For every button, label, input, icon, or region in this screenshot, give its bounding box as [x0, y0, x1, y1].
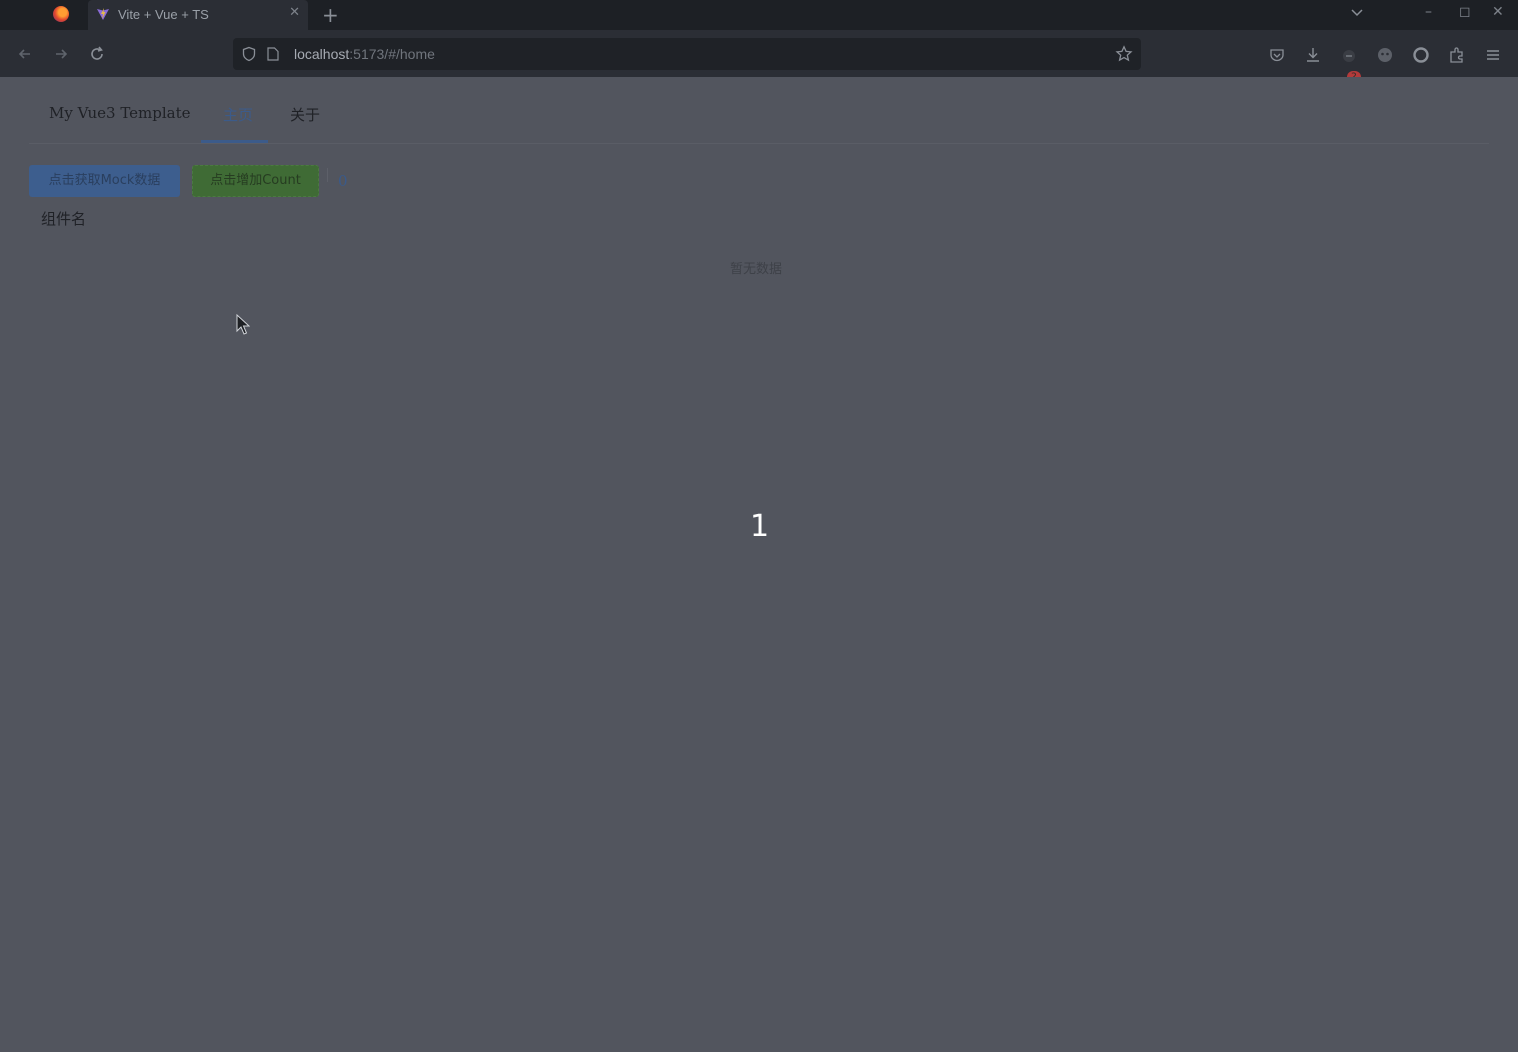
bookmark-star-icon[interactable]: [1115, 45, 1133, 63]
shield-icon[interactable]: [241, 46, 257, 62]
url-text[interactable]: localhost:5173/#/home: [294, 46, 435, 62]
extension-icon[interactable]: [1340, 46, 1358, 64]
vite-favicon: [97, 8, 109, 20]
account-icon[interactable]: [1376, 46, 1394, 64]
page-content: My Vue3 Template 主页 关于 点击获取Mock数据 点击增加Co…: [0, 77, 1518, 1052]
url-bar[interactable]: localhost:5173/#/home: [233, 38, 1141, 70]
extensions-icon[interactable]: [1448, 46, 1466, 64]
browser-window: Vite + Vue + TS ✕ + – ◻ ✕ localhost:5173…: [0, 0, 1518, 1052]
tab-title: Vite + Vue + TS: [118, 7, 209, 22]
pocket-icon[interactable]: [1268, 46, 1286, 64]
component-name-header: 组件名: [41, 210, 87, 228]
maximize-button[interactable]: ◻: [1459, 4, 1471, 20]
close-window-button[interactable]: ✕: [1492, 4, 1504, 20]
mouse-cursor-icon: [236, 314, 250, 335]
back-icon[interactable]: [15, 44, 35, 64]
menu-item-about[interactable]: 关于: [290, 104, 320, 125]
minimize-button[interactable]: –: [1425, 4, 1432, 20]
list-all-tabs-icon[interactable]: [1350, 6, 1364, 20]
brand-title[interactable]: My Vue3 Template: [49, 104, 191, 122]
firefox-icon[interactable]: [53, 6, 69, 22]
active-menu-indicator: [201, 140, 268, 143]
divider: [327, 168, 328, 182]
overlay-number: 1: [750, 509, 770, 544]
url-host: localhost: [294, 46, 350, 62]
hamburger-menu-icon[interactable]: [1484, 46, 1502, 64]
url-path: :5173/#/home: [349, 46, 435, 62]
count-value: 0: [338, 172, 348, 190]
menu-item-home[interactable]: 主页: [223, 104, 253, 125]
tab-close-button[interactable]: ✕: [289, 5, 300, 20]
tab-strip: Vite + Vue + TS ✕ + – ◻ ✕: [0, 0, 1518, 30]
new-tab-button[interactable]: +: [322, 3, 339, 27]
top-menu: My Vue3 Template 主页 关于: [29, 77, 1489, 144]
reload-icon[interactable]: [87, 44, 107, 64]
empty-data-text: 暂无数据: [730, 262, 783, 277]
page-icon[interactable]: [267, 47, 279, 61]
profile-circle-icon[interactable]: [1412, 46, 1430, 64]
download-icon[interactable]: [1304, 46, 1322, 64]
increase-count-button[interactable]: 点击增加Count: [192, 165, 319, 197]
fetch-mock-data-button[interactable]: 点击获取Mock数据: [29, 165, 180, 197]
navigation-toolbar: localhost:5173/#/home 2: [0, 30, 1518, 83]
tab-vite-vue-ts[interactable]: Vite + Vue + TS ✕: [88, 0, 308, 30]
forward-icon[interactable]: [51, 44, 71, 64]
